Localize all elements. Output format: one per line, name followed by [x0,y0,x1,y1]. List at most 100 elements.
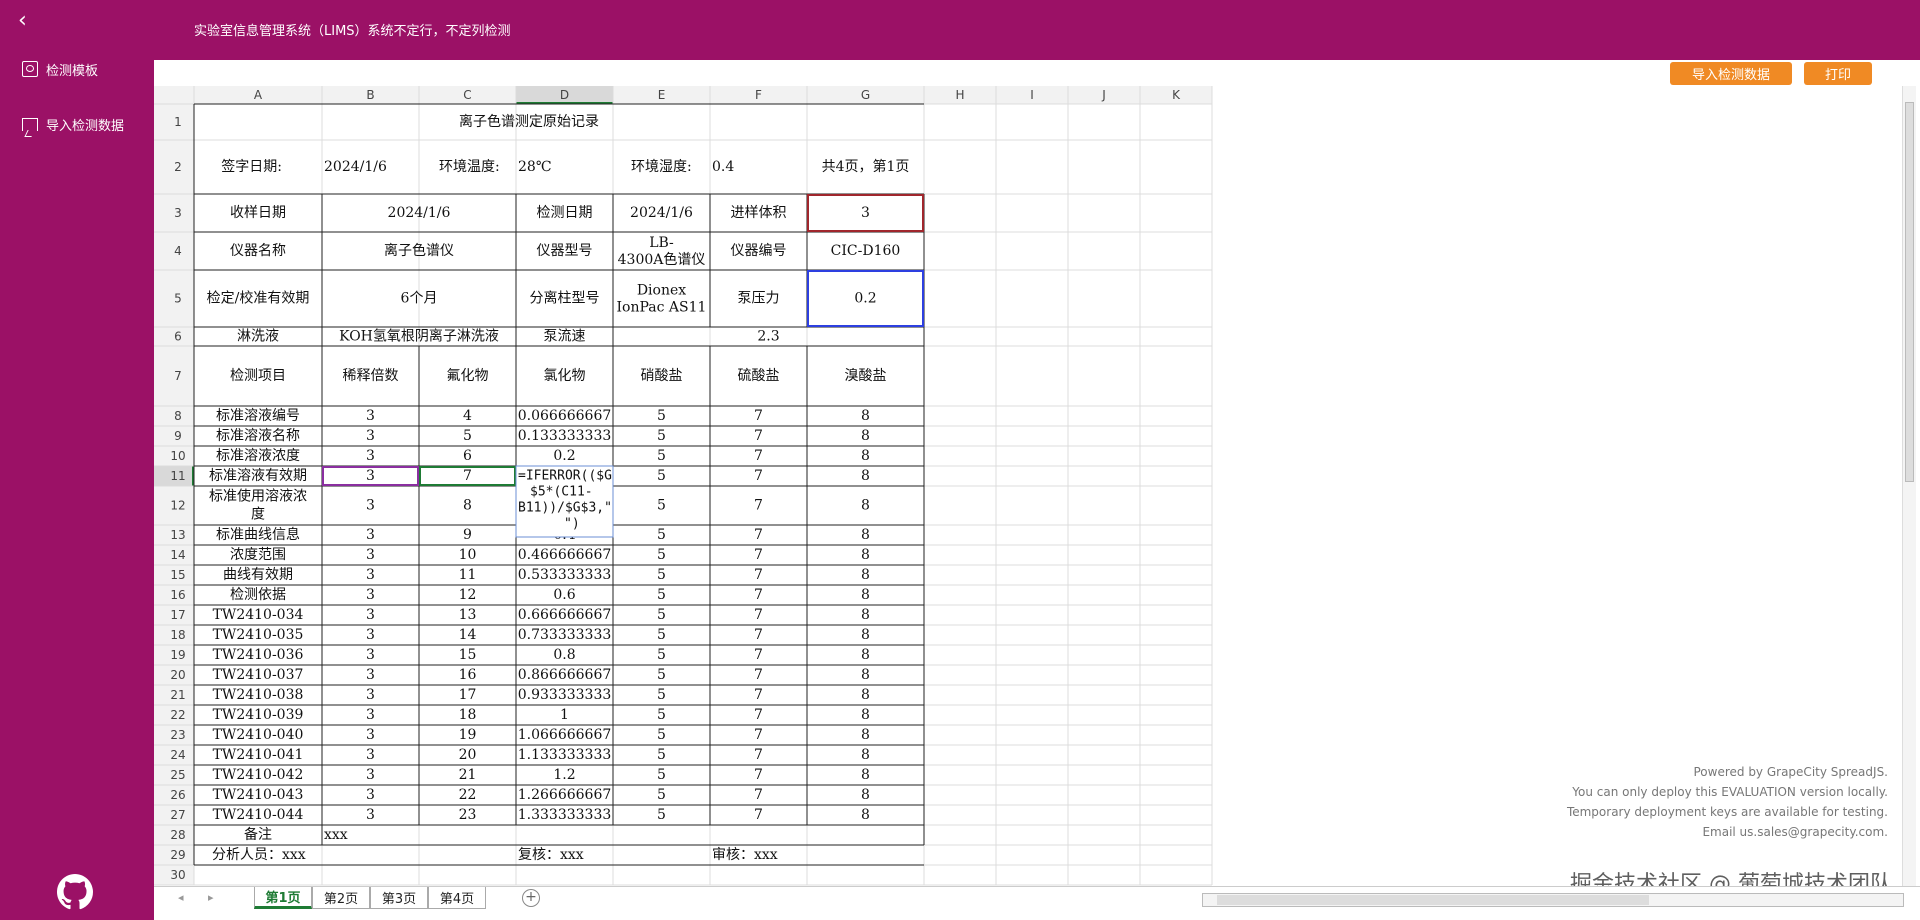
table-cell: 7 [463,468,472,484]
table-header-cell: 氟化物 [447,368,489,384]
table-cell: 3 [366,468,375,484]
table-cell: 15 [459,647,477,663]
table-cell: 8 [861,767,870,783]
table-cell: 3 [366,707,375,723]
table-header-cell: 稀释倍数 [343,368,399,384]
row-header: 11 [170,469,185,483]
formula-text: =IFERROR(($G [518,469,612,484]
table-cell: 5 [657,787,666,803]
table-cell: 7 [754,727,763,743]
table-cell: 8 [861,587,870,603]
table-cell: 19 [459,727,477,743]
table-cell: 21 [459,767,477,783]
env-hum-label: 环境湿度: [631,159,692,175]
sidebar-item-label: 导入检测数据 [46,118,125,134]
table-cell: 7 [754,667,763,683]
table-cell: 14 [459,627,477,643]
table-cell: 8 [861,687,870,703]
env-hum: 0.4 [712,159,734,175]
row-header: 20 [170,668,185,682]
table-cell: TW2410-044 [213,807,304,823]
row-header: 4 [174,244,182,258]
vertical-scrollbar[interactable] [1902,86,1916,886]
github-icon[interactable] [57,874,93,910]
vertical-scroll-thumb[interactable] [1905,102,1914,482]
column-header: A [254,88,263,102]
table-cell: 5 [657,727,666,743]
table-cell: 5 [657,587,666,603]
row-header: 15 [170,568,185,582]
table-cell: 3 [366,667,375,683]
table-cell: 3 [366,567,375,583]
table-cell: 7 [754,448,763,464]
table-cell: 4 [463,408,472,424]
tab-page-3[interactable]: 第3页 [370,887,428,909]
table-cell: 8 [861,807,870,823]
tab-prev-icon[interactable]: ◂ [178,891,184,904]
approver: 审核：xxx [712,847,778,863]
table-cell: 10 [459,547,477,563]
instrument-name: 离子色谱仪 [384,242,454,259]
column-header: I [1030,88,1034,102]
pump-pressure: 0.2 [854,291,876,307]
tab-page-4[interactable]: 第4页 [428,887,486,909]
table-cell: 0.533333333 [518,567,612,583]
column-model-label: 分离柱型号 [530,290,600,307]
row-header: 26 [170,788,185,802]
table-cell: 1.2 [553,767,575,783]
column-header: G [861,88,870,102]
receive-date-label: 收样日期 [230,205,286,221]
table-cell: TW2410-041 [213,747,304,763]
row-header: 25 [170,768,185,782]
column-header-bar [154,86,1212,104]
table-cell: 7 [754,428,763,444]
table-cell: 11 [459,567,477,583]
table-cell: 0.933333333 [518,687,612,703]
template-icon [22,61,38,77]
horizontal-scrollbar[interactable] [1202,893,1904,907]
table-cell: 8 [861,408,870,424]
table-cell: 7 [754,498,763,514]
table-cell: 7 [754,627,763,643]
table-cell: TW2410-038 [213,687,304,703]
table-cell: 3 [366,627,375,643]
table-cell: 3 [366,607,375,623]
table-cell: 8 [861,667,870,683]
tab-next-icon[interactable]: ▸ [208,891,214,904]
table-cell: 5 [657,428,666,444]
tab-page-1[interactable]: 第1页 [254,887,312,909]
column-header: D [560,88,569,102]
table-cell: 16 [459,667,477,683]
tab-page-2[interactable]: 第2页 [312,887,370,909]
table-cell: TW2410-039 [213,707,304,723]
table-cell: 0.6 [553,587,575,603]
column-header: F [755,88,762,102]
flow: 2.3 [757,329,779,345]
table-cell: 8 [861,747,870,763]
env-temp: 28℃ [518,159,551,175]
table-cell: 7 [754,687,763,703]
remark-label: 备注 [244,826,272,843]
print-button[interactable]: 打印 [1804,62,1872,85]
column-header: H [955,88,964,102]
formula-text: B11))/$G$3," [518,501,612,516]
back-chevron-icon[interactable]: ‹ [18,8,42,34]
calibration: 6个月 [401,291,438,307]
table-cell: 3 [366,647,375,663]
table-cell: 8 [861,607,870,623]
flow-label: 泵流速 [544,329,586,345]
sidebar-item-templates[interactable]: 检测模板 [22,58,152,80]
horizontal-scroll-thumb[interactable] [1217,895,1649,905]
import-data-button[interactable]: 导入检测数据 [1670,62,1792,85]
row-header: 1 [174,115,182,129]
add-sheet-icon[interactable]: + [522,889,540,907]
table-cell: 浓度范围 [230,546,286,563]
sidebar-item-import[interactable]: 导入检测数据 [22,113,152,135]
sign-date: 2024/1/6 [324,159,387,175]
sidebar: ‹ 检测模板 导入检测数据 [0,0,154,920]
table-cell: 7 [754,787,763,803]
table-cell: 标准使用溶液浓 [209,488,307,505]
table-cell: 0.666666667 [518,607,612,623]
row-header: 2 [174,160,182,174]
table-header-cell: 检测项目 [230,368,286,384]
